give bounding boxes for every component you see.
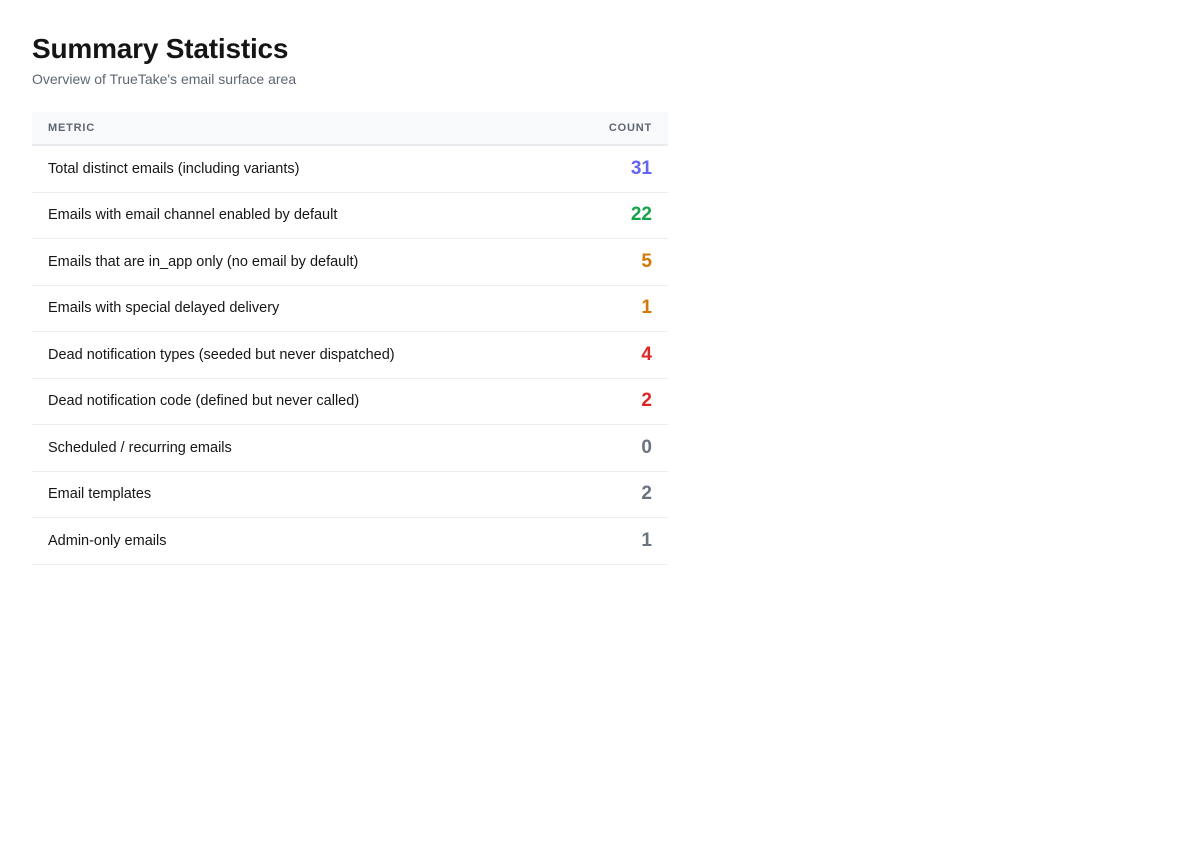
table-row: Dead notification types (seeded but neve… — [32, 331, 668, 379]
metric-cell: Emails with email channel enabled by def… — [32, 192, 563, 239]
metric-cell: Total distinct emails (including variant… — [32, 145, 563, 193]
metric-cell: Emails that are in_app only (no email by… — [32, 238, 563, 286]
count-cell: 4 — [562, 331, 668, 379]
count-cell: 1 — [562, 285, 668, 332]
table-row: Admin-only emails 1 — [32, 517, 668, 565]
count-cell: 1 — [562, 517, 668, 565]
column-header-count: COUNT — [562, 112, 668, 146]
metric-cell: Scheduled / recurring emails — [32, 424, 563, 472]
count-cell: 2 — [562, 471, 668, 518]
table-header: METRIC COUNT — [32, 112, 668, 146]
summary-table: METRIC COUNT Total distinct emails (incl… — [32, 112, 668, 565]
table-row: Emails with special delayed delivery 1 — [32, 285, 668, 332]
count-cell: 5 — [562, 238, 668, 286]
count-cell: 2 — [562, 378, 668, 425]
metric-cell: Dead notification types (seeded but neve… — [32, 331, 563, 379]
table-body: Total distinct emails (including variant… — [32, 145, 668, 565]
page-title: Summary Statistics — [32, 33, 289, 64]
table-row: Email templates 2 — [32, 471, 668, 518]
table-row: Emails that are in_app only (no email by… — [32, 238, 668, 286]
table-row: Emails with email channel enabled by def… — [32, 192, 668, 239]
table-row: Dead notification code (defined but neve… — [32, 378, 668, 425]
table-header-row: METRIC COUNT — [32, 112, 668, 146]
metric-cell: Admin-only emails — [32, 517, 563, 565]
page: Summary Statistics Overview of TrueTake'… — [0, 0, 1200, 565]
table-row: Total distinct emails (including variant… — [32, 145, 668, 193]
count-cell: 0 — [562, 424, 668, 472]
table-row: Scheduled / recurring emails 0 — [32, 424, 668, 472]
count-cell: 31 — [562, 145, 668, 193]
metric-cell: Emails with special delayed delivery — [32, 285, 563, 332]
metric-cell: Dead notification code (defined but neve… — [32, 378, 563, 425]
page-subtitle: Overview of TrueTake's email surface are… — [32, 71, 297, 87]
metric-cell: Email templates — [32, 471, 563, 518]
count-cell: 22 — [562, 192, 668, 239]
summary-table-container: METRIC COUNT Total distinct emails (incl… — [32, 112, 668, 565]
column-header-metric: METRIC — [32, 112, 563, 146]
